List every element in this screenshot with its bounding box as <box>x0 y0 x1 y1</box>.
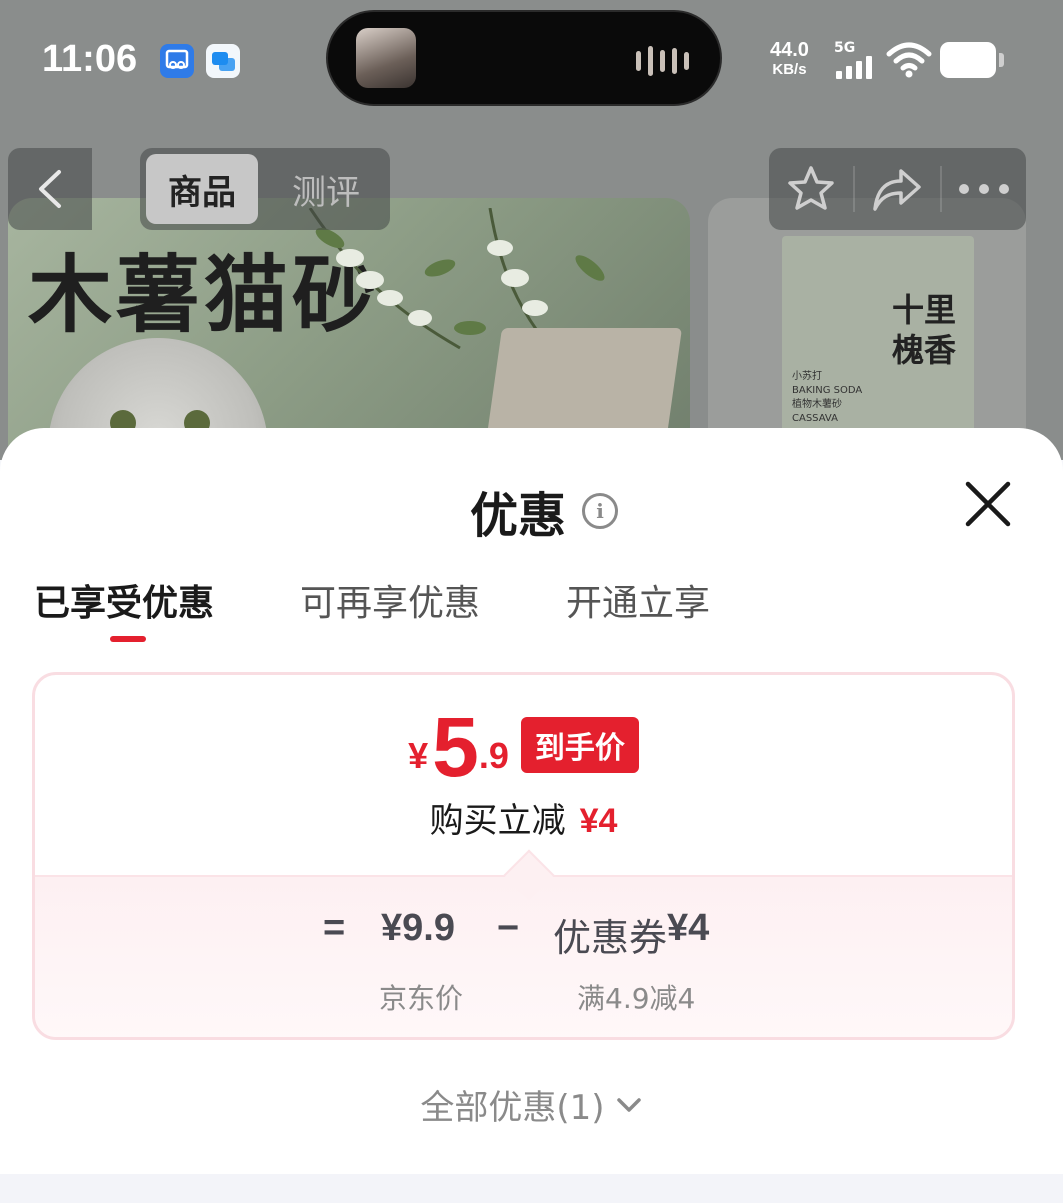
share-button[interactable] <box>855 148 939 230</box>
star-icon <box>788 166 834 210</box>
bottom-strip <box>0 1174 1063 1203</box>
package-label-line: 小苏打 <box>792 371 822 382</box>
product-nav-tabs: 商品 测评 <box>140 148 390 230</box>
active-tab-indicator <box>110 636 146 642</box>
status-time: 11:06 <box>42 38 138 80</box>
sheet-header: 优惠 i <box>470 476 619 546</box>
net-speed-value: 44.0 <box>770 39 809 61</box>
package-label-line: BAKING SODA <box>792 385 863 396</box>
equals-sign: = <box>323 907 346 949</box>
nav-actions <box>769 148 1026 230</box>
price-integer: 5 <box>432 700 479 794</box>
coupon-label: 优惠券 <box>553 916 668 960</box>
instant-discount: 购买立减 ¥4 <box>35 793 1012 842</box>
more-dots-icon <box>958 184 1009 194</box>
package-label-line: CASSAVA <box>792 413 838 424</box>
tab-goods[interactable]: 商品 <box>146 154 258 224</box>
network-type: 5G <box>834 40 856 56</box>
coupon-amount: ¥4 <box>667 907 710 949</box>
tab-more-discounts[interactable]: 可再享优惠 <box>300 574 480 626</box>
share-icon <box>872 169 921 211</box>
wifi-icon <box>886 42 932 78</box>
favorite-button[interactable] <box>769 148 853 230</box>
sheet-title: 优惠 <box>470 488 567 544</box>
more-button[interactable] <box>942 148 1026 230</box>
price-breakdown: = ¥9.9 − 优惠券 ¥4 京东价 满4.9减4 <box>35 875 1012 1037</box>
chevron-left-icon <box>39 170 61 208</box>
tab-enjoyed-discounts[interactable]: 已享受优惠 <box>34 574 214 626</box>
discount-label: 购买立减 <box>429 801 566 841</box>
price-decimal: .9 <box>478 735 509 776</box>
package-labels: 小苏打 BAKING SODA 植物木薯砂 CASSAVA <box>792 370 862 426</box>
media-thumbnail <box>356 28 416 88</box>
package-title: 十里槐香 <box>892 291 957 369</box>
final-price: ¥ 5 .9 到手价 <box>35 700 1012 794</box>
minus-sign: − <box>497 907 520 949</box>
discount-amount: ¥4 <box>579 802 618 840</box>
discount-tabs: 已享受优惠 可再享优惠 开通立享 <box>0 574 1063 654</box>
product-gallery-backdrop: 木薯猫砂 十里槐香 小苏打 BAKING SODA 植物木薯砂 CASSAVA … <box>0 0 1063 460</box>
back-button[interactable] <box>8 148 92 230</box>
dynamic-island[interactable] <box>326 10 722 106</box>
package-label-line: 植物木薯砂 <box>792 399 842 410</box>
net-speed-unit: KB/s <box>772 61 807 78</box>
base-price: ¥9.9 <box>381 907 455 949</box>
tab-reviews[interactable]: 测评 <box>270 154 382 224</box>
final-price-badge: 到手价 <box>520 717 639 773</box>
all-deals-toggle[interactable]: 全部优惠(1) <box>0 1080 1063 1129</box>
info-icon[interactable]: i <box>582 493 619 529</box>
cellular-signal-icon: 5G <box>832 40 882 80</box>
tab-open-to-enjoy[interactable]: 开通立享 <box>566 574 710 626</box>
scissors-app-icon <box>160 44 194 78</box>
currency-symbol: ¥ <box>408 735 429 776</box>
base-price-label: 京东价 <box>379 982 464 1015</box>
chevron-down-icon <box>616 1097 641 1112</box>
network-speed: 44.0 KB/s <box>770 40 809 80</box>
all-deals-label: 全部优惠(1) <box>420 1088 605 1128</box>
coupon-rule: 满4.9减4 <box>577 982 696 1015</box>
audio-wave-icon <box>636 46 689 76</box>
deal-card: ¥ 5 .9 到手价 购买立减 ¥4 = ¥9.9 − 优惠券 ¥4 京东价 满4… <box>32 672 1015 1040</box>
battery-icon <box>940 42 1004 78</box>
close-icon[interactable] <box>960 476 1016 532</box>
discount-sheet: 优惠 i 已享受优惠 可再享优惠 开通立享 ¥ 5 .9 到手价 购买立减 ¥4 … <box>0 428 1063 1174</box>
product-hero-image[interactable]: 木薯猫砂 <box>8 198 690 460</box>
chat-app-icon <box>206 44 240 78</box>
